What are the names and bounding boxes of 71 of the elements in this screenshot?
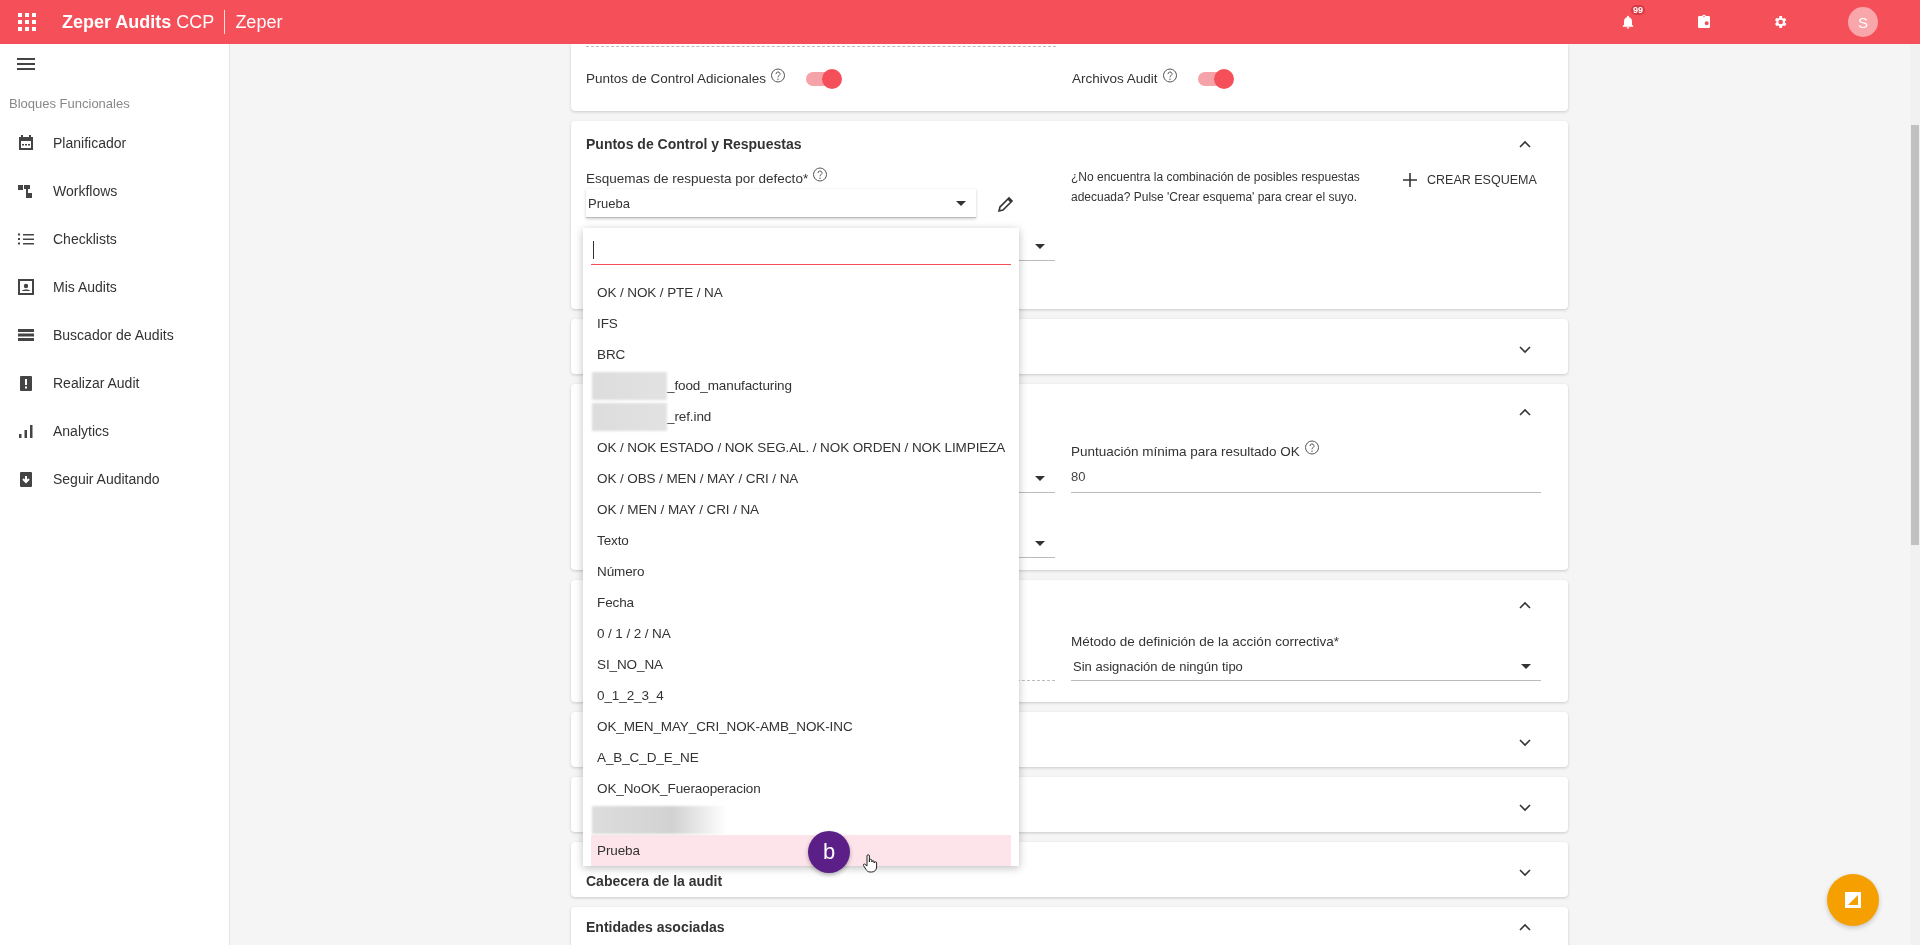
sidebar-item[interactable]: Planificador bbox=[0, 119, 229, 167]
chevron-down-icon[interactable] bbox=[1519, 346, 1531, 354]
toggle-label: Puntos de Control Adicionales bbox=[586, 71, 767, 86]
dropdown-option[interactable]: BRC bbox=[591, 339, 1011, 370]
dropdown-option[interactable]: 0 / 1 / 2 / NA bbox=[591, 618, 1011, 649]
dropdown-arrow-icon bbox=[1521, 663, 1531, 669]
toggle-switch[interactable] bbox=[806, 71, 841, 86]
section-title: Puntos de Control y Respuestas bbox=[586, 136, 802, 152]
help-icon[interactable] bbox=[812, 167, 829, 183]
sidebar-item[interactable]: Mis Audits bbox=[0, 263, 229, 311]
sidebar-item[interactable]: Buscador de Audits bbox=[0, 311, 229, 359]
dropdown-option[interactable]: Número bbox=[591, 556, 1011, 587]
sidebar-item[interactable]: Workflows bbox=[0, 167, 229, 215]
sidebar-item[interactable]: Seguir Auditando bbox=[0, 455, 229, 503]
select-field[interactable]: Sin asignación de ningún tipo bbox=[1071, 652, 1541, 681]
sidebar-section-title: Bloques Funcionales bbox=[9, 96, 131, 111]
organization-name: Zeper bbox=[235, 11, 283, 33]
hand-cursor-icon bbox=[862, 853, 878, 873]
dropdown-option[interactable]: Texto bbox=[591, 525, 1011, 556]
contact-card-icon bbox=[16, 277, 36, 297]
sidebar-item[interactable]: Realizar Audit bbox=[0, 359, 229, 407]
chevron-down-icon[interactable] bbox=[1519, 739, 1531, 747]
calendar-icon bbox=[16, 133, 36, 153]
settings-icon[interactable] bbox=[1772, 14, 1788, 30]
field-label: Puntuación mínima para resultado OK bbox=[1071, 443, 1300, 459]
section-title: Cabecera de la audit bbox=[586, 873, 723, 889]
hint-text: ¿No encuentra la combinación de posibles respuestas adecuada? Pulse 'Crear esquema' para crear el suyo. bbox=[1071, 169, 1361, 206]
dropdown-option[interactable]: _ref.ind bbox=[591, 401, 1011, 432]
clipboard-icon[interactable] bbox=[1696, 14, 1712, 30]
dropdown-option[interactable]: OK_NoOK_Fueraoperacion bbox=[591, 773, 1011, 804]
section-title: Entidades asociadas bbox=[586, 919, 725, 935]
dropdown-option[interactable]: OK / MEN / MAY / CRI / NA bbox=[591, 494, 1011, 525]
dropdown-option[interactable]: Fecha bbox=[591, 587, 1011, 618]
scrollbar[interactable] bbox=[1910, 44, 1920, 945]
chevron-up-icon[interactable] bbox=[1519, 601, 1531, 609]
notification-count: 99 bbox=[1631, 5, 1645, 15]
dropdown-option[interactable]: IFS bbox=[591, 308, 1011, 339]
dropdown-option[interactable]: OK / NOK ESTADO / NOK SEG.AL. / NOK ORDEN / NOK LIMPIEZA bbox=[591, 432, 1011, 463]
app-name: Zeper Audits CCP bbox=[62, 11, 215, 33]
dropdown-arrow-icon bbox=[1035, 540, 1045, 546]
sidebar-item[interactable]: Checklists bbox=[0, 215, 229, 263]
create-scheme-button[interactable]: CREAR ESQUEMA bbox=[1399, 167, 1541, 193]
dropdown-option[interactable]: OK_MEN_MAY_CRI_NOK-AMB_NOK-INC bbox=[591, 711, 1011, 742]
dropdown-arrow-icon bbox=[1035, 243, 1045, 249]
dropdown-option[interactable]: A_B_C_D_E_NE bbox=[591, 742, 1011, 773]
select-field[interactable]: Prueba bbox=[586, 189, 976, 218]
menu-icon[interactable] bbox=[17, 58, 35, 70]
plus-icon bbox=[1403, 173, 1417, 187]
help-icon[interactable] bbox=[1303, 440, 1320, 456]
toggle-label: Archivos Audit bbox=[1072, 71, 1158, 86]
toggle-switch[interactable] bbox=[1197, 71, 1232, 86]
chevron-down-icon[interactable] bbox=[1519, 804, 1531, 812]
dropdown-option[interactable]: OK / OBS / MEN / MAY / CRI / NA bbox=[591, 463, 1011, 494]
apps-grid-icon[interactable] bbox=[18, 13, 36, 31]
dropdown-arrow-icon bbox=[956, 200, 966, 206]
help-icon[interactable] bbox=[770, 67, 787, 84]
dropdown-option[interactable]: OK / NOK / PTE / NA bbox=[591, 277, 1011, 308]
score-input[interactable]: 80 bbox=[1071, 462, 1541, 493]
chevron-up-icon[interactable] bbox=[1519, 408, 1531, 416]
chevron-up-icon[interactable] bbox=[1519, 140, 1531, 148]
dropdown-option[interactable]: _food_manufacturing bbox=[591, 370, 1011, 401]
dropdown-option[interactable]: 0_1_2_3_4 bbox=[591, 680, 1011, 711]
help-icon[interactable] bbox=[1161, 67, 1178, 84]
bell-icon[interactable] bbox=[1620, 14, 1636, 30]
field-label: Esquemas de respuesta por defecto* bbox=[586, 170, 809, 186]
dropdown-arrow-icon bbox=[1035, 475, 1045, 481]
field-label: Método de definición de la acción correctiva* bbox=[1071, 633, 1339, 649]
chevron-up-icon[interactable] bbox=[1519, 923, 1531, 931]
dropdown-option[interactable]: SI_NO_NA bbox=[591, 649, 1011, 680]
chevron-down-icon[interactable] bbox=[1519, 869, 1531, 877]
sidebar-item[interactable]: Analytics bbox=[0, 407, 229, 455]
